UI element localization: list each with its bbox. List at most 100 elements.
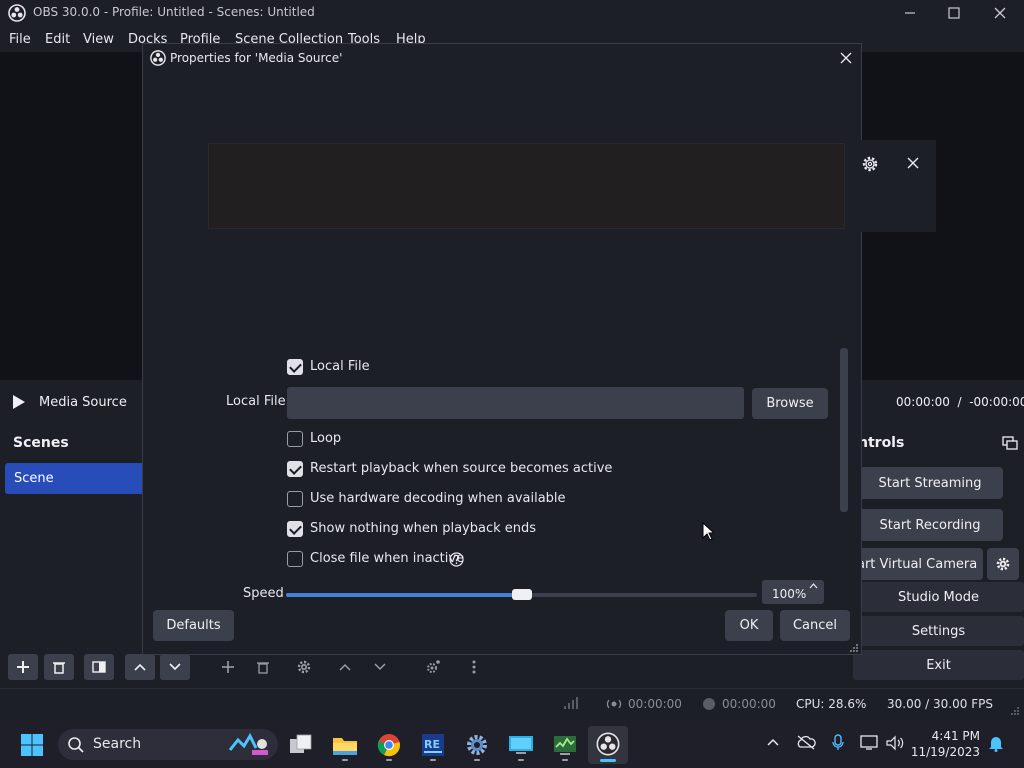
studio-mode-button[interactable]: Studio Mode <box>853 582 1024 612</box>
start-recording-button[interactable]: Start Recording <box>857 509 1003 541</box>
scene-filters-icon[interactable] <box>84 654 114 680</box>
help-icon[interactable] <box>449 552 464 567</box>
more-options-icon[interactable] <box>459 654 489 680</box>
stream-time: 00:00:00 <box>628 697 682 711</box>
notification-bell-icon[interactable] <box>988 734 1004 752</box>
move-source-down-icon[interactable] <box>365 654 395 680</box>
scene-list-item[interactable]: Scene <box>5 463 145 494</box>
local-file-checkbox[interactable] <box>287 359 303 375</box>
chrome-icon[interactable] <box>374 730 404 760</box>
cancel-button[interactable]: Cancel <box>780 610 850 641</box>
remove-scene-icon[interactable] <box>44 654 74 680</box>
speed-spinbox[interactable]: 100% <box>762 580 824 604</box>
virtual-camera-settings-button[interactable] <box>987 548 1019 580</box>
hardware-decoding-checkbox[interactable] <box>287 491 303 507</box>
add-scene-icon[interactable] <box>8 654 38 680</box>
network-icon[interactable] <box>860 735 880 751</box>
obs-titlebar: OBS 30.0.0 - Profile: Untitled - Scenes:… <box>0 0 1024 26</box>
show-nothing-label: Show nothing when playback ends <box>310 521 537 536</box>
record-time: 00:00:00 <box>722 697 776 711</box>
show-nothing-checkbox[interactable] <box>287 521 303 537</box>
gear-icon <box>995 556 1011 572</box>
obs-active-indicator <box>600 759 616 762</box>
local-file-label: Local File <box>226 394 286 409</box>
scene-item-label: Scene <box>14 471 54 486</box>
minimize-icon[interactable] <box>902 5 918 21</box>
move-scene-up-icon[interactable] <box>125 654 155 680</box>
local-file-input[interactable] <box>287 387 744 419</box>
dialog-title: Properties for 'Media Source' <box>170 51 343 65</box>
move-scene-down-icon[interactable] <box>160 654 190 680</box>
loop-checkbox[interactable] <box>287 431 303 447</box>
svg-text:RE: RE <box>424 738 440 751</box>
remote-desktop-icon[interactable] <box>506 730 536 760</box>
defaults-button[interactable]: Defaults <box>153 610 234 641</box>
menu-file[interactable]: File <box>9 32 31 47</box>
play-icon[interactable] <box>12 394 26 410</box>
fps-readout: 30.00 / 30.00 FPS <box>887 697 993 711</box>
status-bar <box>0 688 1024 720</box>
start-streaming-button[interactable]: Start Streaming <box>857 467 1003 499</box>
properties-scrollbar[interactable] <box>840 348 848 512</box>
maximize-icon[interactable] <box>946 5 962 21</box>
dialog-resize-grip-icon[interactable] <box>849 643 859 653</box>
start-virtual-camera-button[interactable]: art Virtual Camera <box>853 548 983 580</box>
taskbar-date[interactable]: 11/19/2023 <box>910 745 980 759</box>
task-view-icon[interactable] <box>286 730 316 760</box>
floating-close-icon[interactable] <box>906 156 920 170</box>
record-status-icon <box>702 697 716 711</box>
chevron-up-icon[interactable] <box>766 737 780 747</box>
add-source-icon[interactable] <box>213 654 243 680</box>
reclassex-running-indicator <box>430 759 436 761</box>
remote-desktop-running-indicator <box>518 759 524 761</box>
source-properties-gear-icon[interactable] <box>289 654 319 680</box>
dialog-close-icon[interactable] <box>839 51 853 65</box>
onedrive-offline-icon[interactable] <box>796 734 816 750</box>
exit-button[interactable]: Exit <box>853 650 1024 680</box>
move-source-up-icon[interactable] <box>330 654 360 680</box>
taskbar-search-box[interactable]: Search <box>58 729 278 760</box>
hardware-decoding-label: Use hardware decoding when available <box>310 491 566 506</box>
floating-gear-icon[interactable] <box>861 155 879 173</box>
speed-increase-icon[interactable] <box>809 582 818 589</box>
dialog-preview-box <box>208 143 845 229</box>
dialog-obs-logo-icon <box>150 50 166 66</box>
loop-label: Loop <box>310 431 342 446</box>
obs-taskbar-icon <box>596 732 620 756</box>
restart-playback-checkbox[interactable] <box>287 461 303 477</box>
media-time: 00:00:00 / -00:00:00 <box>896 395 1024 409</box>
microphone-icon[interactable] <box>831 734 845 752</box>
window-title: OBS 30.0.0 - Profile: Untitled - Scenes:… <box>33 5 315 19</box>
menu-edit[interactable]: Edit <box>45 32 70 47</box>
file-explorer-icon[interactable] <box>330 730 360 760</box>
taskbar-clock[interactable]: 4:41 PM <box>920 729 980 743</box>
settings-button[interactable]: Settings <box>853 616 1024 646</box>
menu-view[interactable]: View <box>83 32 114 47</box>
chrome-running-indicator <box>386 759 392 761</box>
undock-icon[interactable] <box>1002 436 1018 450</box>
reclassex-icon[interactable]: RE <box>418 730 448 760</box>
task-manager-running-indicator <box>562 759 568 761</box>
search-highlight-icon <box>226 732 272 758</box>
speed-slider-thumb[interactable] <box>512 589 532 600</box>
volume-icon[interactable] <box>885 735 905 751</box>
obs-logo-icon <box>8 4 26 22</box>
floating-panel <box>846 140 936 232</box>
restart-playback-label: Restart playback when source becomes act… <box>310 461 613 476</box>
ok-button[interactable]: OK <box>725 610 773 641</box>
browse-button[interactable]: Browse <box>752 388 828 419</box>
close-inactive-checkbox[interactable] <box>287 551 303 567</box>
settings-running-indicator <box>474 759 480 761</box>
settings-app-icon[interactable] <box>462 730 492 760</box>
audio-mixer-settings-icon[interactable] <box>418 654 448 680</box>
speed-slider-fill <box>286 593 522 597</box>
windows-start-icon[interactable] <box>17 730 47 760</box>
local-file-checkbox-label: Local File <box>310 359 370 374</box>
stream-status-icon <box>606 697 622 711</box>
task-manager-icon[interactable] <box>550 730 580 760</box>
speed-label: Speed <box>243 586 284 601</box>
resize-grip-icon[interactable] <box>1010 706 1020 716</box>
close-icon[interactable] <box>992 5 1008 21</box>
file-explorer-running-indicator <box>342 759 348 761</box>
remove-source-icon[interactable] <box>248 654 278 680</box>
